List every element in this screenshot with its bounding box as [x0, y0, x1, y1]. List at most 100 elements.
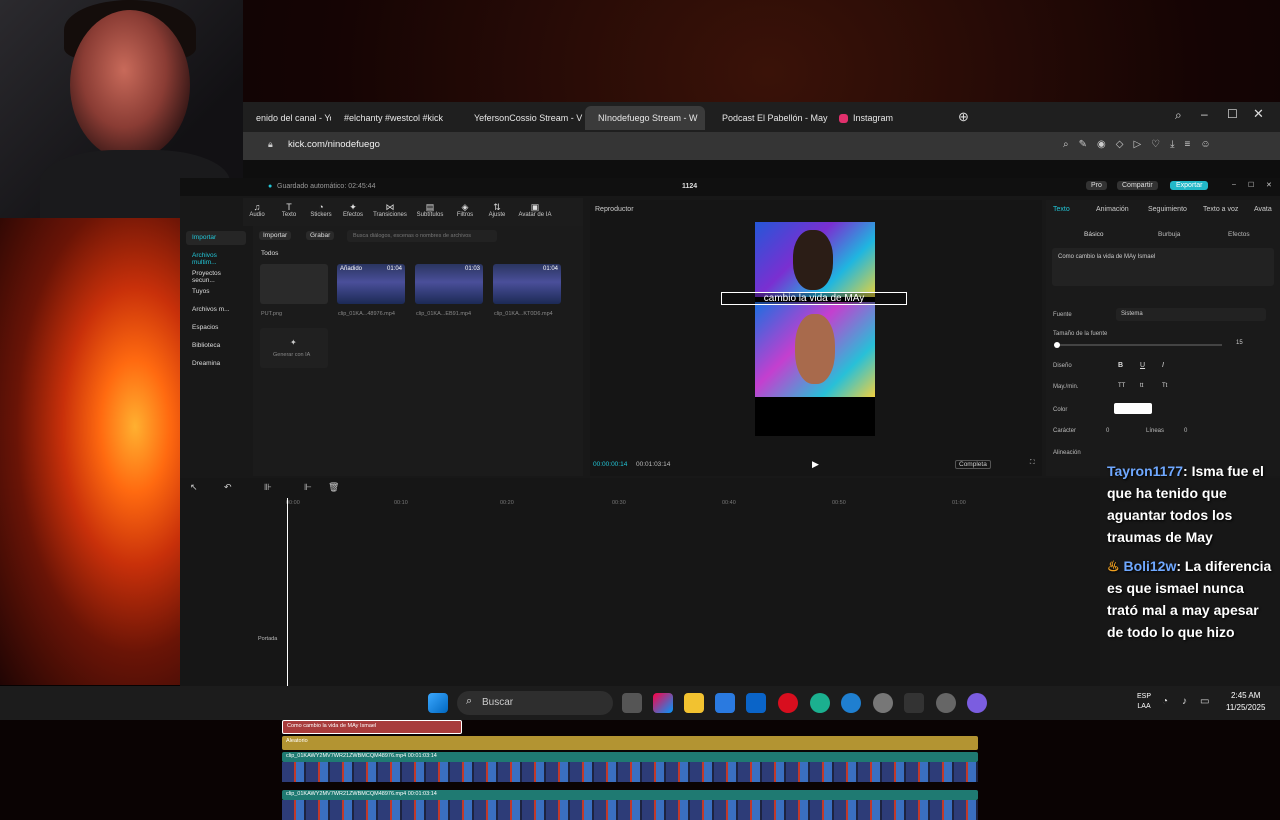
tab-tiktok[interactable]: #elchanty #westcol #kick	[331, 106, 449, 130]
taskbar-search[interactable]: Buscar	[457, 691, 613, 715]
video-track-1[interactable]	[282, 762, 978, 782]
aspect-ratio-button[interactable]: Completa	[955, 460, 991, 469]
italic-icon[interactable]: I	[1162, 362, 1164, 369]
subtab-bubble[interactable]: Burbuja	[1158, 231, 1180, 238]
close-icon[interactable]: ✕	[1253, 106, 1264, 122]
url-field[interactable]: kick.com/ninodefuego	[288, 139, 380, 150]
lines-value[interactable]: 0	[1184, 428, 1187, 434]
tool-transitions[interactable]: ⋈ Transiciones	[371, 198, 409, 226]
font-size-value[interactable]: 15	[1236, 340, 1243, 346]
character-value[interactable]: 0	[1106, 428, 1109, 434]
record-button[interactable]: Grabar	[306, 231, 335, 240]
discord-icon[interactable]	[967, 693, 987, 713]
tool-stickers[interactable]: ◔ Stickers	[307, 198, 335, 226]
sidebar-item-dreamina[interactable]: Dreamina	[186, 357, 246, 371]
color-swatch[interactable]	[1114, 403, 1152, 414]
import-button[interactable]: Importar	[259, 231, 292, 240]
new-tab-icon[interactable]: ⊕	[958, 109, 969, 125]
pro-badge[interactable]: Pro	[1086, 181, 1107, 190]
sidebar-item-yours[interactable]: Tuyos	[186, 285, 246, 299]
subtab-basic[interactable]: Básico	[1084, 231, 1104, 238]
effect-clip[interactable]: Aleatorio	[282, 736, 978, 750]
media-item-clip[interactable]: 01:04	[493, 264, 561, 304]
shield-icon[interactable]: ◇	[1116, 139, 1124, 150]
maximize-icon[interactable]: ☐	[1227, 107, 1238, 121]
select-tool-icon[interactable]: ↖	[190, 482, 198, 493]
tab-text[interactable]: Texto	[1053, 206, 1070, 213]
browser-icon[interactable]	[841, 693, 861, 713]
heart-icon[interactable]: ♡	[1151, 139, 1160, 150]
file-explorer-icon[interactable]	[684, 693, 704, 713]
clock[interactable]: 2:45 AM 11/25/2025	[1226, 690, 1265, 714]
timeline-ruler[interactable]: 00:00 00:10 00:20 00:30 00:40 00:50 01:0…	[282, 500, 1182, 510]
filter-all-label[interactable]: Todos	[261, 250, 278, 257]
tab-youtube-podcast[interactable]: Podcast El Pabellón - May	[709, 106, 829, 130]
media-item-clip[interactable]: Añadido 01:04	[337, 264, 405, 304]
sidebar-item-spaces[interactable]: Espacios	[186, 321, 246, 335]
subtab-effects[interactable]: Efectos	[1228, 231, 1250, 238]
video-preview[interactable]	[755, 222, 875, 436]
window-close-icon[interactable]: ✕	[1266, 181, 1272, 189]
zoom-icon[interactable]: ⌕	[1063, 139, 1069, 150]
window-maximize-icon[interactable]: ☐	[1248, 181, 1254, 189]
edge-icon[interactable]	[810, 693, 830, 713]
play-icon[interactable]: ▶	[812, 459, 819, 470]
delete-icon[interactable]: 🗑︎	[328, 482, 339, 493]
export-button[interactable]: Exportar	[1170, 181, 1209, 190]
trim-icon[interactable]: ⊩	[304, 482, 312, 493]
store-icon[interactable]	[715, 693, 735, 713]
profile-icon[interactable]: ☺	[1200, 139, 1210, 150]
download-icon[interactable]: ⤓	[1170, 139, 1174, 150]
menu-icon[interactable]: ≡	[1185, 139, 1191, 150]
split-icon[interactable]: ⊪	[264, 482, 272, 493]
media-item-clip[interactable]: 01:03	[415, 264, 483, 304]
tool-audio[interactable]: ♫ Audio	[243, 198, 271, 226]
bold-icon[interactable]: B	[1118, 362, 1123, 369]
playhead[interactable]	[287, 498, 288, 686]
edit-icon[interactable]: ✎	[1079, 139, 1087, 150]
share-button[interactable]: Compartir	[1117, 181, 1158, 190]
play-icon[interactable]: ▷	[1133, 139, 1141, 150]
tool-filters[interactable]: ◈ Filtros	[451, 198, 479, 226]
battery-icon[interactable]: ▭	[1200, 696, 1209, 707]
lowercase-icon[interactable]: tt	[1140, 383, 1143, 389]
slider-handle[interactable]	[1054, 342, 1060, 348]
tool-text[interactable]: T Texto	[275, 198, 303, 226]
copilot-icon[interactable]	[653, 693, 673, 713]
tool-effects[interactable]: ✦ Efectos	[339, 198, 367, 226]
sidebar-item-import[interactable]: Importar	[186, 231, 246, 245]
text-clip[interactable]: Como cambio la vida de MAy Ismael	[282, 720, 462, 734]
tool-adjust[interactable]: ⇅ Ajuste	[483, 198, 511, 226]
font-select[interactable]: Sistema	[1116, 308, 1266, 321]
sidebar-item-media[interactable]: Archivos multim...	[186, 249, 246, 266]
tool-ai-avatar[interactable]: ▣ Avatar de IA	[515, 198, 555, 226]
fullscreen-icon[interactable]: ⛶	[1030, 459, 1035, 467]
tool-subtitles[interactable]: ▤ Subtítulos	[413, 198, 447, 226]
volume-icon[interactable]: ♪	[1182, 696, 1187, 707]
undo-icon[interactable]: ↶	[224, 482, 232, 493]
subtitle-overlay[interactable]: cambio la vida de MAy	[721, 292, 907, 305]
sidebar-item-projects[interactable]: Proyectos secun...	[186, 267, 246, 284]
font-size-slider[interactable]	[1054, 342, 1222, 348]
minimize-icon[interactable]: –	[1201, 107, 1208, 121]
outlook-icon[interactable]	[746, 693, 766, 713]
language-indicator[interactable]: ESP LAA	[1137, 692, 1151, 712]
tab-tracking[interactable]: Seguimiento	[1148, 206, 1187, 213]
settings-icon[interactable]	[873, 693, 893, 713]
underline-icon[interactable]: U	[1140, 362, 1145, 369]
tab-animation[interactable]: Animación	[1096, 206, 1129, 213]
tab-instagram[interactable]: Instagram	[831, 106, 901, 130]
screenshot-icon[interactable]: ◉	[1097, 139, 1106, 150]
window-minimize-icon[interactable]: –	[1232, 181, 1236, 188]
generate-ai-button[interactable]: ✦ Generar con IA	[260, 328, 328, 368]
capcut-icon[interactable]	[904, 693, 924, 713]
project-name[interactable]: 1124	[682, 183, 697, 190]
titlecase-icon[interactable]: Tt	[1162, 383, 1167, 389]
obs-icon[interactable]	[936, 693, 956, 713]
search-tabs-icon[interactable]: ⌕	[1175, 108, 1182, 123]
media-search-input[interactable]: Busca diálogos, escenas o nombres de arc…	[347, 230, 497, 242]
video-track-2[interactable]	[282, 800, 978, 820]
tab-avatar[interactable]: Avata	[1254, 206, 1272, 213]
cover-label[interactable]: Portada	[258, 636, 277, 642]
text-content-input[interactable]: Como cambio la vida de MAy Ismael	[1052, 248, 1274, 286]
